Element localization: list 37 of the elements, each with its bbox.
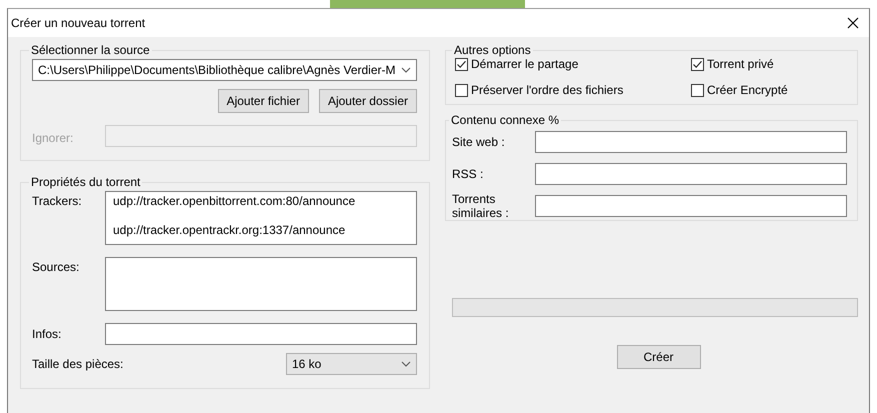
tracker-url: udp://tracker.opentrackr.org:1337/announce <box>113 223 346 237</box>
sources-text-area[interactable] <box>105 257 417 311</box>
window-title: Créer un nouveau torrent <box>11 16 146 30</box>
option-label: Préserver l'ordre des fichiers <box>471 83 624 97</box>
text-field[interactable] <box>535 131 847 153</box>
group-title: Contenu connexe % <box>450 113 560 127</box>
add-button[interactable]: Ajouter dossier <box>318 89 417 113</box>
field-label: Taille des pièces: <box>32 357 124 371</box>
add-button[interactable]: Ajouter fichier <box>218 89 309 113</box>
text-field[interactable] <box>535 195 847 217</box>
field-label: Infos: <box>32 327 62 341</box>
field-label: Torrents similaires : <box>452 192 510 220</box>
option-label: Créer Encrypté <box>707 83 788 97</box>
trackers-text-area[interactable]: udp://tracker.openbittorrent.com:80/announce udp://tracker.opentrackr.org:1337/announce <box>105 191 417 245</box>
checkbox[interactable] <box>691 84 704 96</box>
source-path-dropdown[interactable]: C:\Users\Philippe\Documents\Bibliothèque calibre\Agnès Verdier-M <box>32 59 417 81</box>
text-field[interactable] <box>535 163 847 185</box>
field-label: Sources: <box>32 259 80 276</box>
field-label: RSS : <box>452 167 484 181</box>
group-title: Autres options <box>453 43 532 57</box>
checked-checkbox[interactable] <box>691 58 704 70</box>
field-label: Trackers: <box>32 193 82 210</box>
tracker-url: udp://tracker.openbittorrent.com:80/announce <box>113 194 356 208</box>
infos-field[interactable] <box>105 323 417 345</box>
checkbox[interactable] <box>455 84 468 96</box>
piece-size-dropdown[interactable]: 16 ko <box>286 353 417 375</box>
create-button[interactable]: Créer <box>616 345 700 369</box>
field-label: Ignorer: <box>32 130 74 144</box>
chevron-icon <box>401 67 411 73</box>
checked-checkbox[interactable] <box>455 58 468 70</box>
close-icon[interactable] <box>847 17 859 29</box>
field-label: Site web : <box>452 135 506 149</box>
chevron-icon <box>401 361 411 367</box>
option-label: Torrent privé <box>707 57 774 71</box>
group-title: Propriétés du torrent <box>30 175 142 189</box>
option-label: Démarrer le partage <box>471 57 578 71</box>
group-title: Sélectionner la source <box>30 43 151 57</box>
